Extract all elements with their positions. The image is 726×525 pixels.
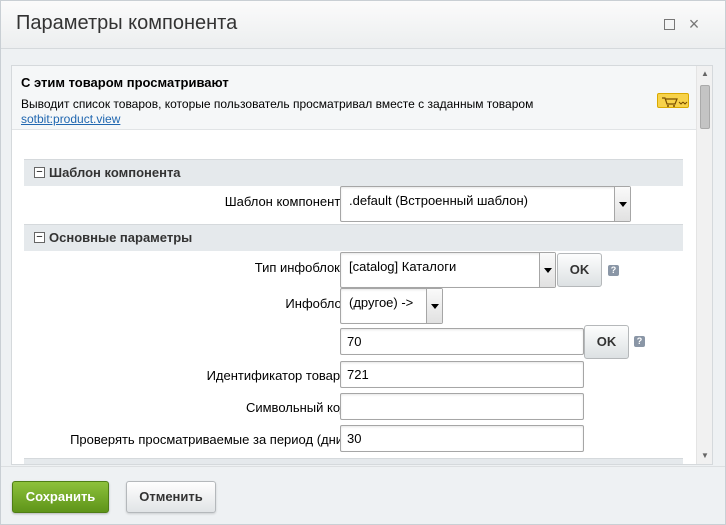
product-id-label: Идентификатор товара: — [206, 368, 351, 383]
iblock-type-ok-button[interactable]: OK — [557, 253, 602, 287]
period-input[interactable] — [340, 425, 584, 452]
component-description: Выводит список товаров, которые пользова… — [21, 97, 534, 111]
iblock-select[interactable]: (другое) -> — [340, 288, 443, 324]
code-label: Символьный код: — [245, 400, 351, 415]
chevron-down-icon — [614, 187, 630, 221]
dialog-content: С этим товаром просматривают Выводит спи… — [11, 65, 713, 465]
chevron-down-icon — [426, 289, 442, 323]
shopping-cart-icon — [657, 93, 689, 108]
iblock-value: (другое) -> — [349, 295, 414, 310]
row-product-id: Идентификатор товара: — [24, 361, 683, 389]
help-icon[interactable]: ? — [634, 336, 645, 347]
component-header: С этим товаром просматривают Выводит спи… — [12, 66, 696, 130]
collapse-icon[interactable]: − — [34, 232, 45, 243]
row-template: Шаблон компонента: .default (Встроенный … — [24, 186, 683, 222]
minimize-icon[interactable] — [662, 17, 676, 31]
template-select-value: .default (Встроенный шаблон) — [349, 193, 528, 208]
scroll-down-icon[interactable]: ▼ — [697, 448, 712, 464]
component-name: С этим товаром просматривают — [21, 75, 229, 90]
iblock-id-ok-button[interactable]: OK — [584, 325, 629, 359]
close-icon[interactable]: × — [687, 15, 701, 33]
row-iblock-type: Тип инфоблока: [catalog] Каталоги OK ? — [24, 252, 683, 288]
iblock-type-label: Тип инфоблока: — [254, 260, 351, 275]
product-id-input[interactable] — [340, 361, 584, 388]
scrollbar-thumb[interactable] — [700, 85, 710, 129]
section-template-header[interactable]: − Шаблон компонента — [24, 159, 683, 186]
dialog-titlebar[interactable]: Параметры компонента × — [1, 1, 725, 49]
row-iblock-id: OK ? — [24, 325, 683, 359]
iblock-type-value: [catalog] Каталоги — [349, 259, 457, 274]
component-params-dialog: Параметры компонента × С этим товаром пр… — [0, 0, 726, 525]
row-period: Проверять просматриваемые за период (дни… — [24, 425, 683, 453]
chevron-down-icon — [539, 253, 555, 287]
section-next-header[interactable] — [24, 458, 683, 464]
template-label: Шаблон компонента: — [224, 194, 351, 209]
save-button[interactable]: Сохранить — [12, 481, 109, 513]
dialog-footer: Сохранить Отменить — [1, 466, 725, 524]
scrollbar[interactable]: ▲ ▼ — [696, 66, 712, 464]
iblock-type-select[interactable]: [catalog] Каталоги — [340, 252, 556, 288]
period-label: Проверять просматриваемые за период (дни… — [70, 432, 351, 447]
cancel-button[interactable]: Отменить — [126, 481, 216, 513]
section-main-header[interactable]: − Основные параметры — [24, 224, 683, 251]
row-code: Символьный код: — [24, 393, 683, 421]
scroll-up-icon[interactable]: ▲ — [697, 66, 712, 82]
code-input[interactable] — [340, 393, 584, 420]
collapse-icon[interactable]: − — [34, 167, 45, 178]
help-icon[interactable]: ? — [608, 265, 619, 276]
dialog-title: Параметры компонента — [16, 12, 238, 34]
row-iblock: Инфоблок: (другое) -> — [24, 288, 683, 324]
section-main-label: Основные параметры — [49, 230, 193, 245]
template-select[interactable]: .default (Встроенный шаблон) — [340, 186, 631, 222]
section-template-label: Шаблон компонента — [49, 165, 181, 180]
iblock-id-input[interactable] — [340, 328, 584, 355]
component-link[interactable]: sotbit:product.view — [21, 112, 120, 126]
